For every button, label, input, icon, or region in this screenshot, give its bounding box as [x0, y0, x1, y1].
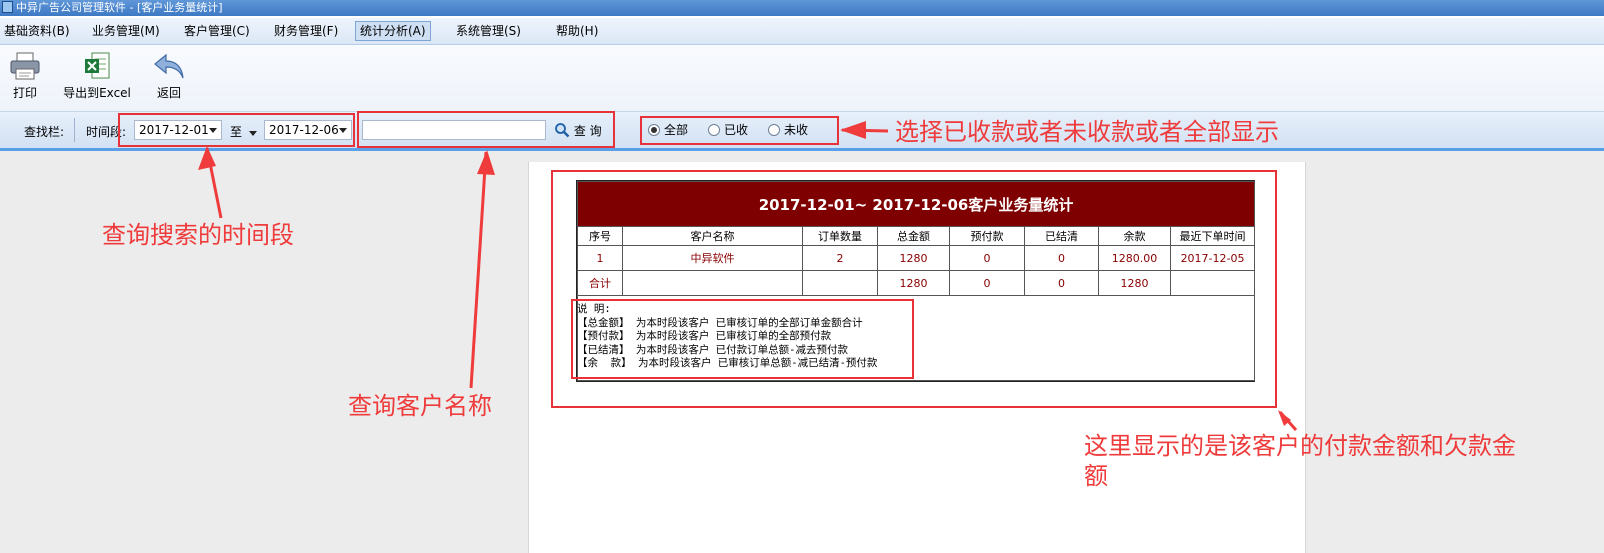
- printer-icon: [10, 52, 40, 80]
- menu-system[interactable]: 系统管理(S): [452, 22, 525, 40]
- print-label: 打印: [12, 86, 37, 100]
- window-titlebar: 中异广告公司管理软件 - [客户业务量统计]: [0, 0, 1604, 16]
- annotation-customer: 查询客户名称: [348, 392, 492, 420]
- menu-customer[interactable]: 客户管理(C): [180, 22, 254, 40]
- app-icon: [2, 1, 13, 13]
- annotation-report-line: 这里显示的是该客户的付款金额和欠款金: [1084, 432, 1516, 460]
- export-excel-button[interactable]: 导出到Excel: [62, 51, 132, 101]
- back-arrow-icon: [154, 53, 184, 79]
- highlight-filter-radios: [640, 116, 839, 145]
- highlight-date-range: [118, 113, 355, 147]
- annotation-report: 这里显示的是该客户的付款金额和欠款金 额: [1084, 431, 1516, 491]
- menu-help[interactable]: 帮助(H): [552, 22, 602, 40]
- window-title: 中异广告公司管理软件 - [客户业务量统计]: [16, 1, 223, 14]
- menu-bar: 基础资料(B) 业务管理(M) 客户管理(C) 财务管理(F) 统计分析(A) …: [0, 18, 1604, 45]
- highlight-customer-search: [357, 111, 615, 148]
- search-bar-label: 查找栏:: [24, 125, 65, 139]
- separator: [74, 118, 75, 142]
- annotation-period: 查询搜索的时间段: [102, 221, 294, 249]
- menu-finance[interactable]: 财务管理(F): [270, 22, 342, 40]
- annotation-report-line: 额: [1084, 462, 1108, 490]
- highlight-notes: [571, 299, 914, 379]
- toolbar: 打印 导出到Excel 返回: [0, 45, 1604, 112]
- menu-basic-data[interactable]: 基础资料(B): [0, 22, 74, 40]
- export-label: 导出到Excel: [63, 86, 131, 100]
- print-button[interactable]: 打印: [6, 51, 44, 101]
- menu-statistics[interactable]: 统计分析(A): [355, 21, 431, 41]
- menu-business[interactable]: 业务管理(M): [88, 22, 164, 40]
- back-button[interactable]: 返回: [150, 51, 188, 101]
- annotation-filter: 选择已收款或者未收款或者全部显示: [895, 118, 1279, 146]
- back-label: 返回: [156, 86, 181, 100]
- excel-icon: [85, 52, 110, 79]
